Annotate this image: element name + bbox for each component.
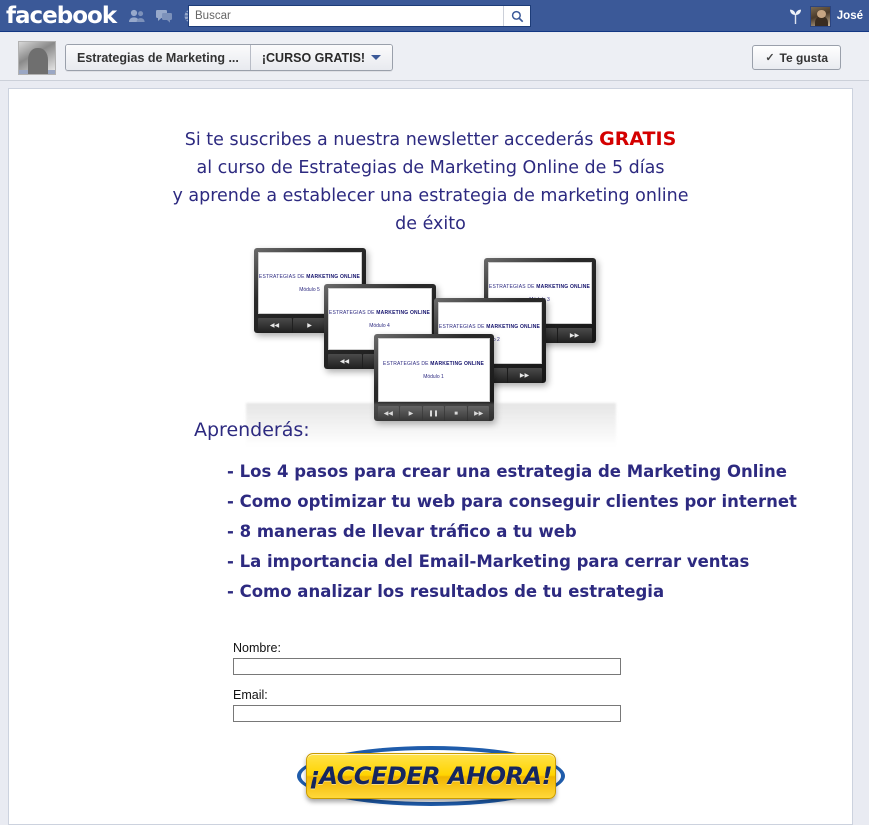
device-1-title: ESTRATEGIAS DE MARKETING ONLINE [382, 360, 485, 367]
headline-line-1-text: Si te suscribes a nuestra newsletter acc… [184, 130, 600, 150]
forward-icon: ▶▶ [557, 328, 592, 343]
page-avatar[interactable] [18, 41, 56, 75]
user-name[interactable]: José [837, 10, 863, 22]
topbar-right-cluster: José [787, 0, 865, 32]
headline: Si te suscribes a nuestra newsletter acc… [9, 125, 852, 238]
check-icon: ✓ [765, 52, 775, 64]
name-field-label: Nombre: [233, 641, 281, 655]
stop-icon: ■ [445, 406, 467, 421]
avatar[interactable] [809, 5, 831, 27]
email-field[interactable] [233, 705, 621, 722]
device-5-title: ESTRATEGIAS DE MARKETING ONLINE [258, 273, 361, 280]
device-4-title: ESTRATEGIAS DE MARKETING ONLINE [328, 309, 431, 316]
search-icon [511, 10, 523, 22]
tab-2-label: ¡CURSO GRATIS! [261, 50, 366, 65]
facebook-logo[interactable]: facebook [6, 3, 117, 29]
friends-icon[interactable] [128, 8, 146, 24]
acceder-ahora-button[interactable]: ¡ACCEDER AHORA! [291, 737, 571, 815]
cta-plate: ¡ACCEDER AHORA! [305, 753, 556, 799]
search-button[interactable] [503, 6, 530, 26]
pause-icon: ❚❚ [422, 406, 445, 421]
facebook-topbar: facebook Buscar José [0, 0, 869, 32]
email-field-label: Email: [233, 688, 268, 702]
app-canvas: Si te suscribes a nuestra newsletter acc… [8, 88, 853, 825]
headline-line-1: Si te suscribes a nuestra newsletter acc… [9, 125, 852, 154]
list-item: - Como optimizar tu web para conseguir c… [227, 492, 797, 511]
list-item: - 8 maneras de llevar tráfico a tu web [227, 522, 577, 541]
device-modulo-1: ESTRATEGIAS DE MARKETING ONLINE Módulo 1… [373, 334, 494, 421]
list-item: - La importancia del Email-Marketing par… [227, 552, 750, 571]
page-avatar-caption-strip [19, 70, 55, 74]
rewind-icon: ◀◀ [327, 354, 362, 369]
chevron-down-icon [371, 55, 382, 60]
name-field[interactable] [233, 658, 621, 675]
device-4-module: Módulo 4 [369, 322, 390, 329]
messages-icon[interactable] [155, 8, 173, 24]
rewind-icon: ◀◀ [377, 406, 400, 421]
subscribe-form: Nombre: Email: [233, 641, 621, 722]
headline-line-3: y aprende a establecer una estrategia de… [172, 186, 689, 206]
like-button[interactable]: ✓ Te gusta [752, 45, 841, 70]
headline-gratis: GRATIS [599, 128, 677, 150]
play-icon: ▶ [400, 406, 422, 421]
device-3-title: ESTRATEGIAS DE MARKETING ONLINE [488, 283, 591, 290]
device-1-module: Módulo 1 [423, 373, 444, 380]
list-item: - Como analizar los resultados de tu est… [227, 582, 665, 601]
device-5-module: Módulo 5 [299, 286, 320, 293]
learn-heading: Aprenderás: [194, 419, 310, 441]
device-1-controls: ◀◀ ▶ ❚❚ ■ ▶▶ [377, 406, 490, 421]
cta-label: ¡ACCEDER AHORA! [308, 762, 553, 790]
headline-line-4: de éxito [395, 214, 466, 234]
learn-bullet-list: - Los 4 pasos para crear una estrategia … [227, 457, 827, 607]
cta-container: ¡ACCEDER AHORA! [9, 737, 852, 815]
search-box[interactable] [188, 5, 531, 27]
tab-1-label: Estrategias de Marketing ... [77, 50, 239, 65]
headline-line-2: al curso de Estrategias de Marketing Onl… [196, 158, 665, 178]
plant-icon[interactable] [787, 7, 804, 25]
list-item: - Los 4 pasos para crear una estrategia … [227, 462, 787, 481]
play-icon: ▶ [292, 318, 327, 333]
forward-icon: ▶▶ [467, 406, 490, 421]
device-2-title: ESTRATEGIAS DE MARKETING ONLINE [438, 323, 541, 330]
tab-curso-gratis[interactable]: ¡CURSO GRATIS! [249, 45, 393, 70]
forward-icon: ▶▶ [507, 368, 542, 383]
tab-estrategias-de-marketing[interactable]: Estrategias de Marketing ... [66, 45, 250, 70]
like-button-label: Te gusta [779, 50, 828, 65]
search-input[interactable] [189, 6, 503, 26]
page-tab-group: Estrategias de Marketing ... ¡CURSO GRAT… [65, 44, 394, 71]
rewind-icon: ◀◀ [257, 318, 292, 333]
